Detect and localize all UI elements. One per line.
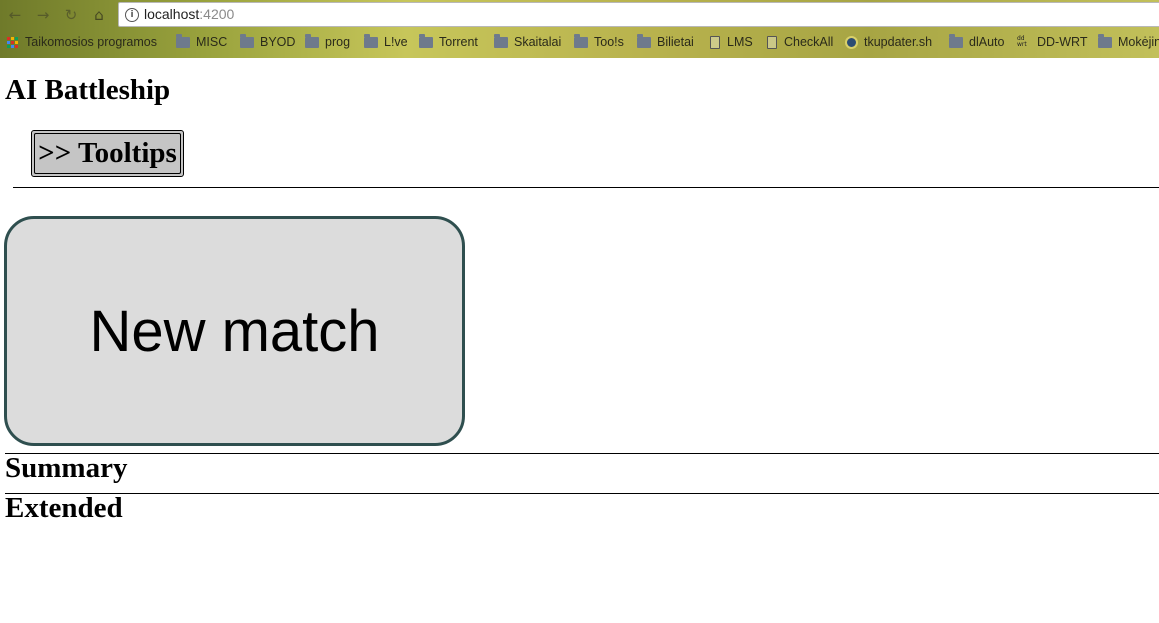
- home-icon[interactable]: ⌂: [88, 4, 110, 26]
- folder-icon: [1098, 33, 1112, 48]
- bookmark-apps[interactable]: Taikomosios programos: [7, 35, 157, 49]
- bookmark-mokejimai[interactable]: Mokėjin: [1098, 33, 1159, 49]
- bookmark-label: prog: [325, 35, 351, 49]
- router-icon: dd wrt: [1017, 34, 1027, 48]
- folder-icon: [419, 33, 433, 48]
- new-match-button[interactable]: New match: [4, 216, 465, 446]
- folder-icon: [637, 33, 651, 48]
- reload-icon[interactable]: ↻: [60, 4, 82, 26]
- bookmark-lms[interactable]: LMS: [710, 35, 753, 49]
- bookmark-skaitalai[interactable]: Skaitalai: [494, 33, 562, 49]
- folder-icon: [240, 33, 254, 48]
- bookmark-label: CheckAll: [784, 35, 834, 49]
- folder-icon: [364, 33, 378, 48]
- page-icon: [710, 35, 720, 49]
- bookmark-tools[interactable]: Too!s: [574, 33, 624, 49]
- address-bar[interactable]: i localhost:4200: [118, 2, 1159, 27]
- bookmark-label: LMS: [727, 35, 753, 49]
- bookmark-bilietai[interactable]: Bilietai: [637, 33, 694, 49]
- folder-icon: [574, 33, 588, 48]
- tkupdater-icon: [845, 35, 858, 49]
- bookmark-label: dlAuto: [969, 35, 1005, 49]
- forward-arrow-icon[interactable]: →: [32, 4, 54, 26]
- bookmark-label: Torrent: [439, 35, 478, 49]
- bookmark-checkall[interactable]: CheckAll: [767, 35, 833, 49]
- folder-icon: [176, 33, 190, 48]
- back-arrow-icon[interactable]: ←: [4, 4, 26, 26]
- folder-icon: [949, 33, 963, 48]
- bookmark-label: BYOD: [260, 35, 296, 49]
- bookmark-label: Taikomosios programos: [25, 35, 157, 49]
- bookmark-label: Mokėjin: [1118, 35, 1159, 49]
- browser-chrome: ← → ↻ ⌂ i localhost:4200 Taikomosios pro…: [0, 0, 1159, 58]
- bookmark-dlauto[interactable]: dlAuto: [949, 33, 1005, 49]
- bookmark-live[interactable]: L!ve: [364, 33, 408, 49]
- browser-toolbar: ← → ↻ ⌂ i localhost:4200: [0, 0, 1159, 29]
- bookmark-torrent[interactable]: Torrent: [419, 33, 478, 49]
- page-icon: [767, 35, 777, 49]
- bookmark-label: tkupdater.sh: [864, 35, 933, 49]
- page-title: AI Battleship: [5, 74, 171, 106]
- url-port: :4200: [199, 6, 235, 22]
- address-url: localhost:4200: [144, 6, 234, 22]
- bookmark-label: Bilietai: [657, 35, 694, 49]
- folder-icon: [305, 33, 319, 48]
- bookmark-label: Skaitalai: [514, 35, 562, 49]
- tooltips-toggle-button[interactable]: >> Tooltips: [31, 130, 184, 177]
- tooltips-label: >> Tooltips: [34, 133, 181, 174]
- divider: [13, 187, 1159, 188]
- bookmark-label: MISC: [196, 35, 228, 49]
- divider: [5, 453, 1159, 454]
- bookmark-byod[interactable]: BYOD: [240, 33, 296, 49]
- bookmark-ddwrt[interactable]: dd wrt DD-WRT: [1017, 35, 1087, 49]
- folder-icon: [494, 33, 508, 48]
- bookmark-tkupdater[interactable]: tkupdater.sh: [845, 35, 932, 49]
- apps-icon: [7, 36, 18, 48]
- bookmark-label: Too!s: [594, 35, 624, 49]
- divider: [5, 493, 1159, 494]
- url-host: localhost: [144, 6, 200, 22]
- bookmarks-bar: Taikomosios programos MISC BYOD prog L!v…: [0, 29, 1159, 58]
- bookmark-misc[interactable]: MISC: [176, 33, 228, 49]
- extended-heading[interactable]: Extended: [5, 492, 123, 525]
- summary-heading[interactable]: Summary: [5, 452, 127, 485]
- bookmark-prog[interactable]: prog: [305, 33, 351, 49]
- bookmark-label: DD-WRT: [1037, 35, 1088, 49]
- info-icon[interactable]: i: [125, 8, 139, 22]
- bookmark-label: L!ve: [384, 35, 408, 49]
